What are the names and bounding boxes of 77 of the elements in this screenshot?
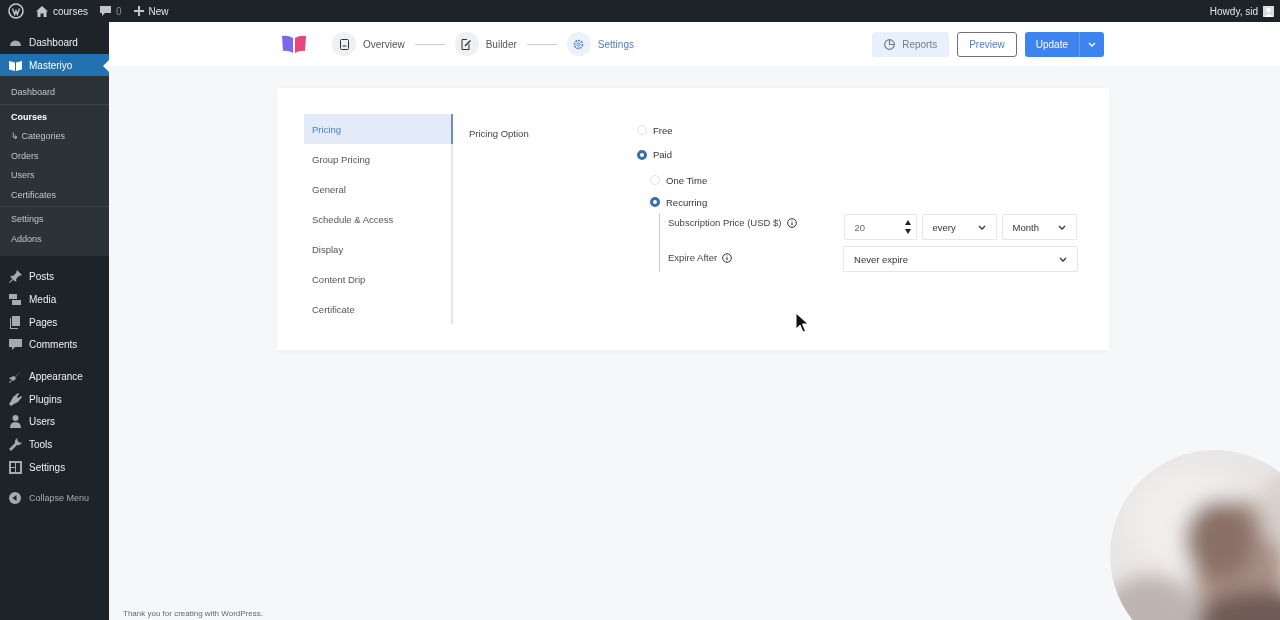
reports-button[interactable]: Reports: [872, 31, 950, 57]
book-icon: [9, 58, 22, 72]
mouse-pointer-icon: [795, 312, 809, 334]
sidebar-item[interactable]: Pages: [0, 310, 109, 334]
section-tab[interactable]: Display: [304, 234, 451, 264]
stepper-icon[interactable]: [903, 218, 912, 236]
sidebar-item[interactable]: Tools: [0, 433, 109, 456]
expire-select[interactable]: Never expire: [843, 246, 1079, 272]
section-tab[interactable]: Content Drip: [304, 264, 451, 294]
step-tab[interactable]: Overview: [332, 32, 405, 56]
submenu-item[interactable]: Users: [0, 165, 109, 185]
interval-select[interactable]: every: [921, 214, 997, 240]
step-tab[interactable]: Settings: [566, 32, 634, 56]
home-icon: [36, 5, 48, 17]
site-link[interactable]: courses: [36, 5, 88, 17]
collapse-menu-button[interactable]: Collapse Menu: [0, 487, 109, 508]
step-tab[interactable]: Builder: [454, 32, 517, 56]
section-tab[interactable]: General: [304, 174, 451, 204]
wrench-icon: [9, 438, 22, 452]
field-label: Subscription Price (USD $): [668, 217, 782, 228]
collapse-icon: [9, 491, 21, 504]
chevron-down-icon: [977, 224, 986, 230]
submenu-item[interactable]: Courses: [0, 106, 109, 127]
caret-icon: [1088, 41, 1096, 47]
submenu-item[interactable]: ↳ Categories: [0, 126, 109, 146]
section-tab[interactable]: Certificate: [304, 294, 451, 324]
field-label: Expire After: [668, 252, 718, 263]
comment-icon: [100, 5, 111, 17]
document-icon: [338, 38, 350, 50]
pricing-radio[interactable]: Free: [637, 118, 1079, 143]
sidebar-item[interactable]: Media: [0, 288, 109, 311]
chevron-down-icon: [1057, 224, 1066, 230]
pin-icon: [9, 270, 22, 284]
user-icon: [9, 415, 22, 429]
footer-text: Thank you for creating with WordPress.: [123, 609, 263, 618]
field-label: Pricing Option: [469, 128, 530, 141]
preview-button[interactable]: Preview: [957, 31, 1017, 57]
sidebar-item[interactable]: Appearance: [0, 365, 109, 388]
submenu-item[interactable]: Certificates: [0, 184, 109, 205]
submenu-item[interactable]: Addons: [0, 228, 109, 249]
sidebar-item[interactable]: Masteriyo: [0, 53, 109, 77]
section-tab[interactable]: Schedule & Access: [304, 204, 451, 234]
update-button[interactable]: Update: [1024, 31, 1079, 57]
edit-icon: [461, 38, 473, 50]
comments-link[interactable]: 0: [100, 5, 122, 17]
pricing-radio[interactable]: Paid: [637, 142, 1079, 167]
section-tab[interactable]: Group Pricing: [304, 144, 451, 174]
sidebar-item[interactable]: Settings: [0, 455, 109, 479]
comment-icon: [9, 338, 22, 352]
price-input[interactable]: 20: [843, 214, 917, 240]
chevron-down-icon: [1059, 256, 1068, 262]
sidebar-item[interactable]: Posts: [0, 265, 109, 289]
new-link[interactable]: New: [133, 5, 169, 17]
payment-type-radio[interactable]: One Time: [650, 169, 1079, 191]
pages-icon: [9, 315, 22, 329]
submenu-item[interactable]: Orders: [0, 145, 109, 166]
sidebar-item[interactable]: Plugins: [0, 387, 109, 411]
media-icon: [9, 292, 22, 306]
sidebar-item[interactable]: Users: [0, 410, 109, 434]
account-link[interactable]: Howdy, sid: [1209, 5, 1274, 17]
update-options-button[interactable]: [1079, 31, 1104, 57]
book-logo-icon: [282, 35, 306, 53]
pie-chart-icon: [884, 38, 896, 50]
gear-icon: [573, 38, 585, 50]
sidebar-item[interactable]: Dashboard: [0, 31, 109, 54]
sidebar-item[interactable]: Comments: [0, 333, 109, 357]
info-icon[interactable]: [722, 253, 733, 263]
wordpress-logo-icon[interactable]: [8, 3, 24, 19]
submenu-item[interactable]: Settings: [0, 209, 109, 229]
period-select[interactable]: Month: [1001, 214, 1077, 240]
info-icon[interactable]: [786, 218, 797, 228]
section-tab[interactable]: Pricing: [304, 114, 453, 144]
plus-icon: [133, 6, 144, 16]
grid-icon: [9, 460, 22, 474]
avatar-icon: [1263, 5, 1274, 17]
submenu-item[interactable]: Dashboard: [0, 82, 109, 102]
payment-type-radio[interactable]: Recurring: [650, 191, 1079, 213]
